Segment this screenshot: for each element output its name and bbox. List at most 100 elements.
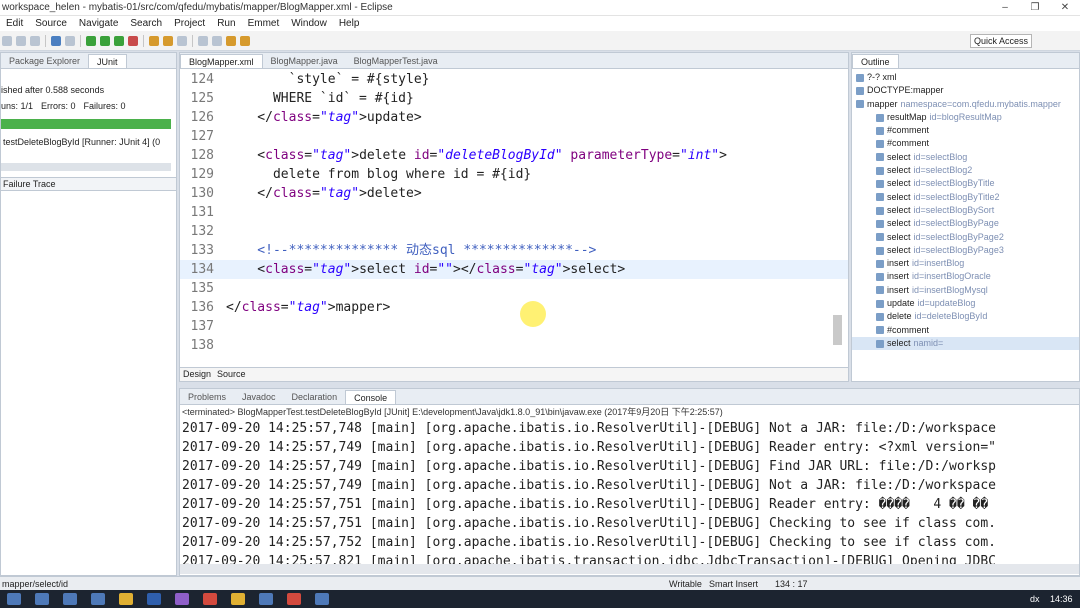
search-icon[interactable] — [177, 35, 187, 46]
outline-item[interactable]: mapper namespace=com.qfedu.mybatis.mapper — [852, 98, 1079, 111]
debug-icon[interactable] — [86, 35, 96, 46]
code-line[interactable]: 130 </class="tag">delete> — [180, 184, 848, 203]
console-hscrollbar[interactable] — [180, 564, 1079, 574]
prev-annotation-icon[interactable] — [212, 35, 222, 46]
tab-declaration[interactable]: Declaration — [284, 390, 346, 404]
outline-item[interactable]: #comment — [852, 324, 1079, 337]
menu-search[interactable]: Search — [124, 16, 168, 31]
skip-breakpoints-icon[interactable] — [65, 35, 75, 46]
outline-item[interactable]: select id=selectBlogByPage3 — [852, 244, 1079, 257]
run-icon[interactable] — [100, 35, 110, 46]
app-icon[interactable] — [315, 593, 329, 605]
forward-icon[interactable] — [240, 35, 250, 46]
outline-item[interactable]: select id=selectBlogByTitle2 — [852, 191, 1079, 204]
outline-item[interactable]: DOCTYPE:mapper — [852, 84, 1079, 97]
tab-source[interactable]: Source — [214, 368, 249, 381]
menu-navigate[interactable]: Navigate — [73, 16, 124, 31]
junit-test-item[interactable]: testDeleteBlogById [Runner: JUnit 4] (0 — [3, 137, 160, 147]
code-line[interactable]: 136 </class="tag">mapper> — [180, 298, 848, 317]
code-line[interactable]: 137 — [180, 317, 848, 336]
menu-window[interactable]: Window — [285, 16, 333, 31]
coverage-icon[interactable] — [114, 35, 124, 46]
next-annotation-icon[interactable] — [198, 35, 208, 46]
tab-blogmappertest-java[interactable]: BlogMapperTest.java — [346, 54, 446, 68]
quick-access-field[interactable]: Quick Access — [969, 34, 1032, 48]
tab-outline[interactable]: Outline — [852, 54, 899, 68]
new-icon[interactable] — [2, 35, 12, 46]
outline-item[interactable]: #comment — [852, 124, 1079, 137]
edge-icon[interactable] — [91, 593, 105, 605]
search-icon[interactable] — [35, 593, 49, 605]
minimize-icon[interactable]: – — [990, 0, 1020, 16]
close-icon[interactable]: ✕ — [1050, 0, 1080, 16]
code-line[interactable]: 135 — [180, 279, 848, 298]
outline-item[interactable]: #comment — [852, 137, 1079, 150]
menu-emmet[interactable]: Emmet — [242, 16, 286, 31]
code-line[interactable]: 134 <class="tag">select id=""></class="t… — [180, 260, 848, 279]
app-icon[interactable] — [203, 593, 217, 605]
menu-edit[interactable]: Edit — [0, 16, 29, 31]
outline-item[interactable]: select id=selectBlog — [852, 151, 1079, 164]
outline-item[interactable]: update id=updateBlog — [852, 297, 1079, 310]
outline-item[interactable]: select id=selectBlogByPage2 — [852, 231, 1079, 244]
line-number: 125 — [190, 91, 214, 106]
code-line[interactable]: 129 delete from blog where id = #{id} — [180, 165, 848, 184]
start-icon[interactable] — [7, 593, 21, 605]
outline-item[interactable]: insert id=insertBlogOracle — [852, 270, 1079, 283]
main-toolbar: Quick Access — [0, 31, 1080, 51]
tab-javadoc[interactable]: Javadoc — [234, 390, 284, 404]
outline-item[interactable]: insert id=insertBlogMysql — [852, 284, 1079, 297]
code-line[interactable]: 133 <!--************** 动态sql ***********… — [180, 241, 848, 260]
code-line[interactable]: 131 — [180, 203, 848, 222]
app-icon[interactable] — [259, 593, 273, 605]
code-line[interactable]: 138 — [180, 336, 848, 355]
outline-item[interactable]: select namid= — [852, 336, 1079, 351]
code-line[interactable]: 128 <class="tag">delete id="deleteBlogBy… — [180, 146, 848, 165]
menu-source[interactable]: Source — [29, 16, 73, 31]
console-output[interactable]: 2017-09-20 14:25:57,748 [main] [org.apac… — [180, 419, 1079, 564]
save-all-icon[interactable] — [30, 35, 40, 46]
tab-problems[interactable]: Problems — [180, 390, 234, 404]
console-line: 2017-09-20 14:25:57,821 [main] [org.apac… — [182, 554, 996, 564]
word-icon[interactable] — [147, 593, 161, 605]
outline-item[interactable]: select id=selectBlogBySort — [852, 204, 1079, 217]
tab-design[interactable]: Design — [180, 368, 214, 381]
outline-item[interactable]: select id=selectBlogByTitle — [852, 177, 1079, 190]
outline-item[interactable]: select id=selectBlog2 — [852, 164, 1079, 177]
code-line[interactable]: 127 — [180, 127, 848, 146]
element-icon — [856, 73, 864, 82]
code-line[interactable]: 125 WHERE `id` = #{id} — [180, 89, 848, 108]
outline-item[interactable]: delete id=deleteBlogById — [852, 310, 1079, 323]
menu-run[interactable]: Run — [211, 16, 241, 31]
toolbar-separator — [80, 34, 81, 47]
app-icon[interactable] — [231, 593, 245, 605]
outline-item[interactable]: select id=selectBlogByPage — [852, 217, 1079, 230]
open-task-icon[interactable] — [163, 35, 173, 46]
tab-package-explorer[interactable]: Package Explorer — [1, 54, 88, 68]
save-icon[interactable] — [16, 35, 26, 46]
external-tools-icon[interactable] — [128, 35, 138, 46]
outline-item[interactable]: ?-? xml — [852, 71, 1079, 84]
menu-help[interactable]: Help — [333, 16, 366, 31]
code-line[interactable]: 124 `style` = #{style} — [180, 70, 848, 89]
outline-item[interactable]: resultMap id=blogResultMap — [852, 111, 1079, 124]
open-type-icon[interactable] — [149, 35, 159, 46]
outline-item[interactable]: insert id=insertBlog — [852, 257, 1079, 270]
code-line[interactable]: 126 </class="tag">update> — [180, 108, 848, 127]
tab-console[interactable]: Console — [345, 390, 397, 404]
code-line[interactable]: 132 — [180, 222, 848, 241]
explorer-icon[interactable] — [119, 593, 133, 605]
back-icon[interactable] — [226, 35, 236, 46]
editor-vscrollbar[interactable] — [833, 315, 842, 345]
left-hscrollbar[interactable] — [1, 163, 171, 171]
menu-project[interactable]: Project — [168, 16, 211, 31]
task-view-icon[interactable] — [63, 593, 77, 605]
tab-blogmapper-java[interactable]: BlogMapper.java — [263, 54, 346, 68]
build-icon[interactable] — [51, 35, 61, 46]
tab-junit[interactable]: JUnit — [88, 54, 127, 68]
restore-icon[interactable]: ❐ — [1020, 0, 1050, 16]
tab-blogmapper-xml[interactable]: BlogMapper.xml — [180, 54, 263, 68]
code-area[interactable]: 124 `style` = #{style} 125 WHERE `id` = #… — [180, 70, 848, 365]
eclipse-icon[interactable] — [175, 593, 189, 605]
chrome-icon[interactable] — [287, 593, 301, 605]
